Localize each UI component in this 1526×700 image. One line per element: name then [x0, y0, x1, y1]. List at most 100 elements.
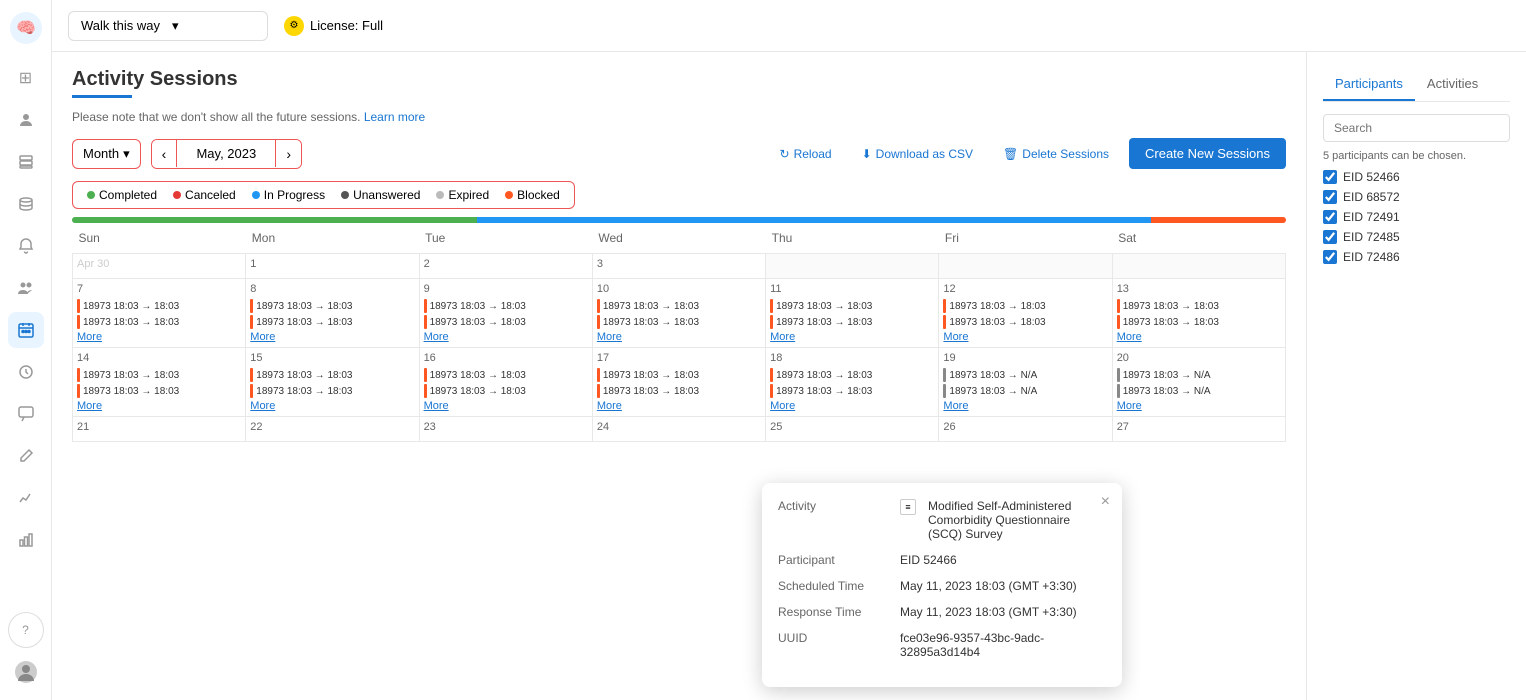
session-item[interactable]: 18973 18:03 → 18:03 [77, 368, 241, 382]
session-item[interactable]: 18973 18:03 → 18:03 [424, 384, 588, 398]
chart-icon[interactable] [8, 480, 44, 516]
session-item[interactable]: 18973 18:03 → 18:03 [597, 384, 761, 398]
tab-activities[interactable]: Activities [1415, 68, 1490, 101]
history-icon[interactable] [8, 354, 44, 390]
month-selector[interactable]: Month ▾ [72, 139, 141, 169]
session-item[interactable]: 18973 18:03 → 18:03 [770, 368, 934, 382]
session-item[interactable]: 18973 18:03 → 18:03 [77, 299, 241, 313]
col-sun: Sun [73, 223, 246, 254]
session-item[interactable]: 18973 18:03 → 18:03 [250, 315, 414, 329]
session-text: 18973 18:03 → 18:03 [949, 301, 1045, 312]
popup-activity-icon: ≡ [900, 499, 916, 515]
session-item[interactable]: 18973 18:03 → 18:03 [770, 315, 934, 329]
session-item[interactable]: 18973 18:03 → N/A [943, 384, 1107, 398]
session-item[interactable]: 18973 18:03 → 18:03 [1117, 299, 1281, 313]
more-link[interactable]: More [77, 331, 241, 343]
calendar-cell: 7 18973 18:03 → 18:03 18973 18:03 → 18:03 M… [73, 279, 246, 348]
chat-icon[interactable] [8, 396, 44, 432]
next-month-button[interactable]: › [276, 140, 301, 168]
session-item[interactable]: 18973 18:03 → 18:03 [77, 315, 241, 329]
more-link[interactable]: More [250, 400, 414, 412]
session-item[interactable]: 18973 18:03 → 18:03 [943, 315, 1107, 329]
more-link[interactable]: More [1117, 331, 1281, 343]
page-title: Activity Sessions [72, 68, 1286, 91]
participant-checkbox[interactable] [1323, 250, 1337, 264]
more-link[interactable]: More [250, 331, 414, 343]
home-icon[interactable]: ⊞ [8, 60, 44, 96]
session-bar [943, 368, 946, 382]
completed-dot [87, 191, 95, 199]
popup-close-button[interactable]: × [1101, 493, 1110, 511]
more-link[interactable]: More [597, 331, 761, 343]
session-item[interactable]: 18973 18:03 → 18:03 [1117, 315, 1281, 329]
people-icon[interactable] [8, 270, 44, 306]
day-number: 13 [1117, 283, 1281, 295]
participant-checkbox[interactable] [1323, 210, 1337, 224]
database-icon[interactable] [8, 186, 44, 222]
session-item[interactable]: 18973 18:03 → 18:03 [77, 384, 241, 398]
calendar-icon[interactable] [8, 312, 44, 348]
create-button[interactable]: Create New Sessions [1129, 138, 1286, 169]
more-link[interactable]: More [597, 400, 761, 412]
session-text: 18973 18:03 → 18:03 [1123, 317, 1219, 328]
avatar-icon[interactable] [8, 654, 44, 690]
layers-icon[interactable] [8, 144, 44, 180]
day-number: 2 [424, 258, 588, 270]
session-bar [77, 368, 80, 382]
participant-checkbox[interactable] [1323, 230, 1337, 244]
bell-icon[interactable] [8, 228, 44, 264]
calendar-cell: 1718973 18:03 → 18:0318973 18:03 → 18:03… [592, 348, 765, 417]
more-link[interactable]: More [770, 400, 934, 412]
session-item[interactable]: 18973 18:03 → 18:03 [943, 299, 1107, 313]
more-link[interactable]: More [1117, 400, 1281, 412]
session-item[interactable]: 18973 18:03 → 18:03 [770, 299, 934, 313]
calendar-cell: 25 [766, 417, 939, 442]
more-link[interactable]: More [770, 331, 934, 343]
session-item[interactable]: 18973 18:03 → 18:03 [597, 315, 761, 329]
session-item[interactable]: 18973 18:03 → 18:03 [424, 368, 588, 382]
session-item[interactable]: 18973 18:03 → 18:03 [597, 368, 761, 382]
legend-completed: Completed [87, 188, 157, 202]
session-text: 18973 18:03 → 18:03 [83, 370, 179, 381]
prev-month-button[interactable]: ‹ [152, 140, 177, 168]
session-text: 18973 18:03 → 18:03 [603, 370, 699, 381]
participant-checkbox[interactable] [1323, 190, 1337, 204]
project-selector[interactable]: Walk this way ▾ [68, 11, 268, 41]
day-number: 21 [77, 421, 241, 433]
delete-button[interactable]: 🗑 Delete Sessions [993, 141, 1119, 167]
session-bar [250, 384, 253, 398]
more-link[interactable]: More [943, 331, 1107, 343]
search-input[interactable] [1323, 114, 1510, 142]
download-button[interactable]: ⬇ Download as CSV [852, 141, 983, 167]
more-link[interactable]: More [424, 331, 588, 343]
session-bar [943, 384, 946, 398]
session-item[interactable]: 18973 18:03 → 18:03 [250, 299, 414, 313]
day-number: 7 [77, 283, 241, 295]
user-icon[interactable] [8, 102, 44, 138]
learn-more-link[interactable]: Learn more [364, 110, 425, 124]
session-bar [250, 368, 253, 382]
more-link[interactable]: More [943, 400, 1107, 412]
session-item[interactable]: 18973 18:03 → N/A [1117, 368, 1281, 382]
help-icon[interactable]: ? [8, 612, 44, 648]
session-item[interactable]: 18973 18:03 → N/A [943, 368, 1107, 382]
session-item[interactable]: 18973 18:03 → N/A [1117, 384, 1281, 398]
reload-button[interactable]: ↻ Reload [770, 141, 842, 167]
participant-checkbox[interactable] [1323, 170, 1337, 184]
left-panel: Activity Sessions Please note that we do… [52, 52, 1306, 700]
more-link[interactable]: More [424, 400, 588, 412]
session-item[interactable]: 18973 18:03 → 18:03 [250, 368, 414, 382]
more-link[interactable]: More [77, 400, 241, 412]
session-item[interactable]: 18973 18:03 → 18:03 [597, 299, 761, 313]
reload-icon: ↻ [780, 147, 790, 161]
legend-canceled: Canceled [173, 188, 236, 202]
session-item[interactable]: 18973 18:03 → 18:03 [250, 384, 414, 398]
session-item[interactable]: 18973 18:03 → 18:03 [770, 384, 934, 398]
tab-participants[interactable]: Participants [1323, 68, 1415, 101]
calendar-cell: 21 [73, 417, 246, 442]
analytics-icon[interactable] [8, 522, 44, 558]
calendar-cell: 3 [592, 254, 765, 279]
edit-icon[interactable] [8, 438, 44, 474]
session-item[interactable]: 18973 18:03 → 18:03 [424, 315, 588, 329]
session-item[interactable]: 18973 18:03 → 18:03 [424, 299, 588, 313]
